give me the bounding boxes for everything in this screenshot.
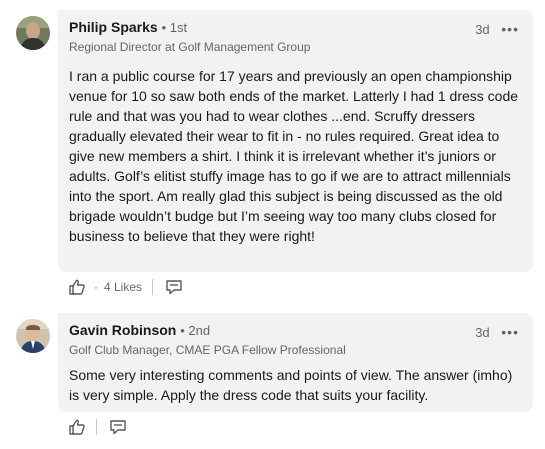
- more-options-icon[interactable]: •••: [501, 324, 519, 340]
- author-line: Philip Sparks • 1st: [69, 19, 187, 35]
- more-options-icon[interactable]: •••: [501, 21, 519, 37]
- timestamp: 3d: [475, 22, 490, 37]
- comment-text: I ran a public course for 17 years and p…: [69, 68, 519, 244]
- timestamp: 3d: [475, 325, 490, 340]
- author-headline: Golf Club Manager, CMAE PGA Fellow Profe…: [69, 343, 346, 357]
- separator-dot: ·: [94, 280, 98, 294]
- reply-icon[interactable]: [109, 418, 127, 436]
- reply-icon[interactable]: [165, 278, 183, 296]
- author-name[interactable]: Philip Sparks: [69, 19, 158, 35]
- connection-degree: • 1st: [161, 20, 188, 35]
- comment-meta: 3d •••: [475, 21, 519, 37]
- avatar[interactable]: [16, 319, 50, 353]
- likes-count[interactable]: 4 Likes: [104, 280, 142, 294]
- author-line: Gavin Robinson • 2nd: [69, 322, 210, 338]
- divider: [96, 419, 97, 435]
- like-icon[interactable]: [68, 418, 86, 436]
- connection-degree: • 2nd: [180, 323, 211, 338]
- comment-actions: · 4 Likes: [68, 277, 183, 297]
- comment-text: Some very interesting comments and point…: [69, 367, 513, 403]
- author-name[interactable]: Gavin Robinson: [69, 322, 176, 338]
- author-headline: Regional Director at Golf Management Gro…: [69, 40, 311, 54]
- comment-bubble: Gavin Robinson • 2nd Golf Club Manager, …: [58, 313, 533, 412]
- avatar[interactable]: [16, 16, 50, 50]
- comment-actions: [68, 417, 127, 437]
- like-icon[interactable]: [68, 278, 86, 296]
- comment-bubble: Philip Sparks • 1st Regional Director at…: [58, 10, 533, 272]
- comment-meta: 3d •••: [475, 324, 519, 340]
- divider: [152, 279, 154, 295]
